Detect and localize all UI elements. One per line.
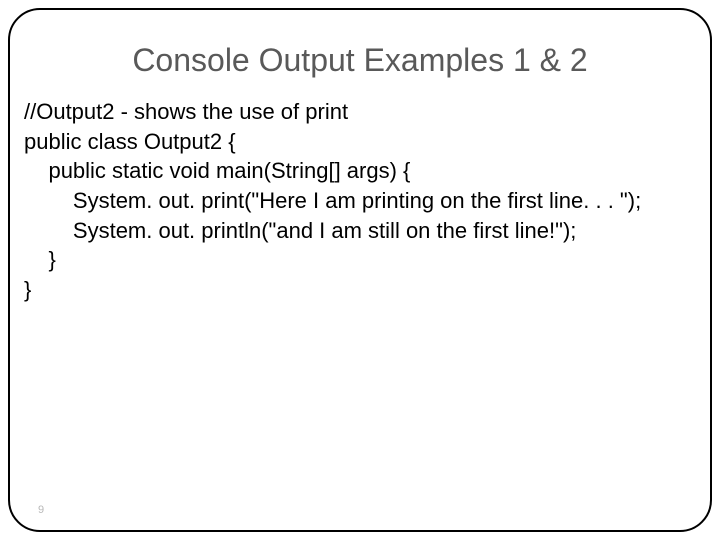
code-line: //Output2 - shows the use of print [24, 99, 348, 124]
code-line: System. out. print("Here I am printing o… [24, 188, 641, 213]
code-block: //Output2 - shows the use of print publi… [24, 97, 696, 305]
page-number: 9 [38, 504, 44, 516]
code-line: public class Output2 { [24, 129, 236, 154]
slide-title: Console Output Examples 1 & 2 [24, 42, 696, 79]
code-line: public static void main(String[] args) { [24, 158, 410, 183]
code-line: System. out. println("and I am still on … [24, 218, 576, 243]
code-line: } [24, 247, 56, 272]
slide-frame: Console Output Examples 1 & 2 //Output2 … [8, 8, 712, 532]
code-line: } [24, 277, 31, 302]
